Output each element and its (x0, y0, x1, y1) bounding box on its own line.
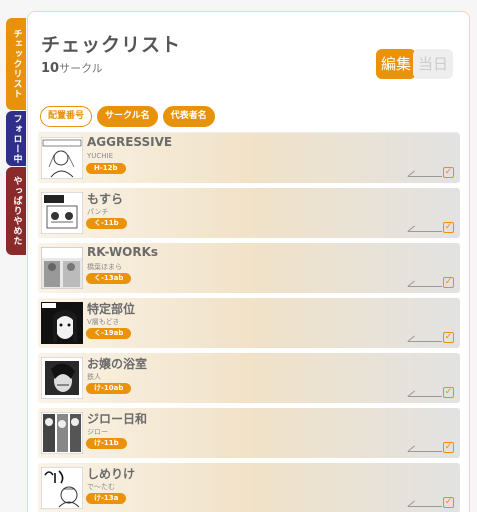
circle-cut-image (41, 192, 83, 234)
representative-name: で〜たむ (87, 483, 115, 491)
tab-cancelled[interactable]: やっぱりやめた (6, 167, 26, 255)
pencil-line-icon[interactable] (408, 332, 442, 342)
pencil-line-icon[interactable] (408, 442, 442, 452)
circle-row[interactable]: AGGRESSIVE YUCHIE H-12b ✓ (38, 133, 460, 183)
representative-name: 橋葉ほまら (87, 263, 122, 271)
checkbox-icon[interactable]: ✓ (443, 277, 454, 288)
circle-count: 10サークル (41, 60, 103, 76)
circle-name: しめりけ (87, 467, 136, 481)
side-tab-bar: チェックリスト フォロー中 やっぱりやめた (6, 18, 26, 255)
circle-row[interactable]: 特定部位 V層もどき く-19ab ✓ (38, 298, 460, 348)
circle-row[interactable]: RK-WORKs 橋葉ほまら く-13ab ✓ (38, 243, 460, 293)
space-number-badge: く-11b (86, 218, 127, 229)
circle-name: ジロー日和 (87, 412, 148, 426)
circle-row[interactable]: お嬢の浴室 鉄人 け-10ab ✓ (38, 353, 460, 403)
representative-name: パンチ (87, 208, 109, 216)
circle-name: 特定部位 (87, 302, 136, 316)
tab-following[interactable]: フォロー中 (6, 111, 26, 166)
space-number-badge: H-12b (86, 163, 126, 174)
page-title: チェックリスト (41, 34, 182, 56)
space-number-badge: け-13a (86, 493, 127, 504)
representative-name: 鉄人 (87, 373, 101, 381)
circle-count-number: 10 (41, 61, 60, 76)
checkbox-icon[interactable]: ✓ (443, 332, 454, 343)
representative-name: YUCHIE (87, 152, 114, 160)
circle-name: RK-WORKs (87, 245, 159, 259)
tab-checklist[interactable]: チェックリスト (6, 18, 26, 110)
pencil-line-icon[interactable] (408, 387, 442, 397)
circle-cut-image (41, 467, 83, 509)
sort-by-circle-name-button[interactable]: サークル名 (97, 106, 158, 127)
pencil-line-icon[interactable] (408, 497, 442, 507)
pencil-line-icon[interactable] (408, 277, 442, 287)
checkbox-icon[interactable]: ✓ (443, 222, 454, 233)
circle-name: もすら (87, 192, 124, 206)
mode-toggle: 編集 当日 (376, 49, 454, 79)
circle-row[interactable]: もすら パンチ く-11b ✓ (38, 188, 460, 238)
circle-row[interactable]: しめりけ で〜たむ け-13a ✓ (38, 463, 460, 512)
sort-by-space-button[interactable]: 配置番号 (40, 106, 93, 127)
space-number-badge: く-19ab (86, 328, 132, 339)
circle-cut-image (41, 357, 83, 399)
event-day-mode-button[interactable]: 当日 (413, 49, 454, 79)
checkbox-icon[interactable]: ✓ (443, 167, 454, 178)
checkbox-icon[interactable]: ✓ (443, 387, 454, 398)
checkbox-icon[interactable]: ✓ (443, 442, 454, 453)
circle-cut-image (41, 247, 83, 289)
pencil-line-icon[interactable] (408, 222, 442, 232)
sort-bar: 配置番号 サークル名 代表者名 (40, 106, 215, 127)
representative-name: V層もどき (87, 318, 120, 326)
circle-name: お嬢の浴室 (87, 357, 148, 371)
circle-cut-image (41, 302, 83, 344)
checkbox-icon[interactable]: ✓ (443, 497, 454, 508)
circle-cut-image (41, 412, 83, 454)
representative-name: ジロー (87, 428, 108, 436)
circle-row[interactable]: ジロー日和 ジロー け-11b ✓ (38, 408, 460, 458)
checklist-panel: チェックリスト 10サークル 編集 当日 配置番号 サークル名 代表者名 AGG… (27, 11, 470, 512)
circle-count-unit: サークル (59, 62, 103, 75)
circle-list: AGGRESSIVE YUCHIE H-12b ✓ もすら パンチ く-11b (38, 133, 460, 512)
sort-by-representative-button[interactable]: 代表者名 (162, 106, 215, 127)
space-number-badge: け-10ab (86, 383, 132, 394)
edit-mode-button[interactable]: 編集 (376, 49, 417, 79)
circle-name: AGGRESSIVE (87, 135, 173, 149)
space-number-badge: く-13ab (86, 273, 132, 284)
space-number-badge: け-11b (86, 438, 127, 449)
circle-cut-image (41, 137, 83, 179)
pencil-line-icon[interactable] (408, 167, 442, 177)
